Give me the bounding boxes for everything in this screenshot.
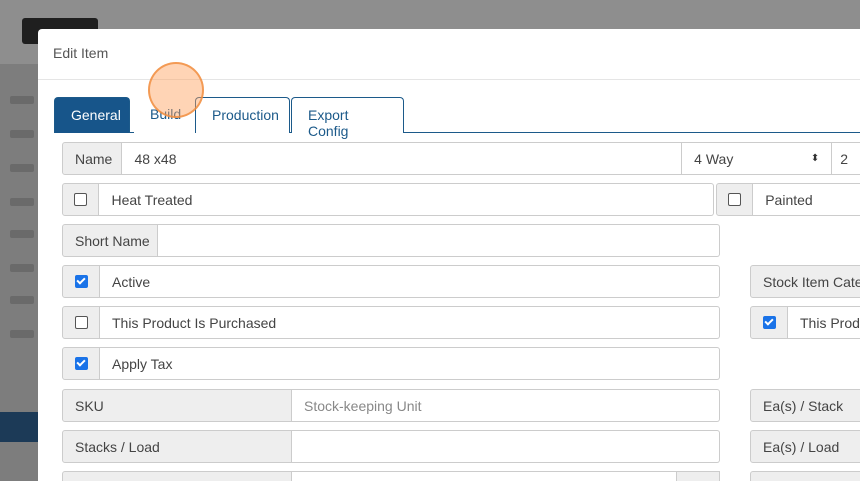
stacks-load-row: Stacks / Load (62, 430, 720, 463)
partial-row-addon (677, 471, 720, 481)
active-checkbox[interactable] (74, 275, 88, 288)
active-checkbox-cell[interactable] (62, 265, 100, 298)
painted-checkbox-cell[interactable] (715, 183, 754, 216)
apply-tax-checkbox[interactable] (74, 357, 88, 370)
this-product-right-label: This Produ (788, 306, 860, 339)
apply-tax-label: Apply Tax (100, 347, 720, 380)
purchased-row: This Product Is Purchased (62, 306, 720, 339)
tab-bar: General Build Production Export Config (54, 97, 860, 139)
heat-treated-checkbox-cell[interactable] (62, 183, 100, 216)
heat-treated-row: Heat Treated Painted (62, 183, 860, 216)
sidebar-item (10, 198, 34, 206)
eas-load-row: Ea(s) / Load (750, 430, 860, 463)
sidebar-item (10, 96, 34, 104)
partial-row-label (62, 471, 292, 481)
sku-row: SKU Stock-keeping Unit (62, 389, 720, 422)
purchased-label: This Product Is Purchased (100, 306, 720, 339)
sidebar-item (10, 264, 34, 272)
active-label: Active (100, 265, 720, 298)
sku-input[interactable]: Stock-keeping Unit (292, 389, 720, 422)
this-product-right-checkbox[interactable] (762, 316, 776, 329)
eas-stack-label: Ea(s) / Stack (750, 389, 860, 422)
apply-tax-checkbox-cell[interactable] (62, 347, 100, 380)
sidebar-item (10, 164, 34, 172)
painted-checkbox[interactable] (727, 193, 741, 206)
type-select[interactable]: 4 Way ⬍ (682, 142, 833, 175)
sidebar-item (10, 296, 34, 304)
purchased-checkbox[interactable] (74, 316, 88, 329)
short-name-input[interactable] (158, 224, 720, 257)
short-name-row: Short Name (62, 224, 720, 257)
sku-label: SKU (62, 389, 292, 422)
tab-general[interactable]: General (54, 97, 130, 133)
tab-production[interactable]: Production (195, 97, 290, 133)
heat-treated-label: Heat Treated (99, 183, 714, 216)
purchased-checkbox-cell[interactable] (62, 306, 100, 339)
tab-build[interactable]: Build (134, 97, 196, 133)
active-row: Active (62, 265, 720, 298)
partial-row-right (750, 471, 860, 481)
extra-input[interactable]: 2 (832, 142, 860, 175)
select-caret-icon: ⬍ (810, 153, 820, 164)
tab-export-config[interactable]: Export Config (291, 97, 404, 139)
background-sidebar (0, 64, 38, 481)
partial-row-input[interactable] (292, 471, 677, 481)
name-label: Name (62, 142, 123, 175)
name-row: Name 48 x48 4 Way ⬍ 2 (62, 142, 860, 175)
sidebar-item (10, 330, 34, 338)
painted-label: Painted (753, 183, 860, 216)
name-input[interactable]: 48 x48 (122, 142, 683, 175)
stock-item-category-row: Stock Item Categ (750, 265, 860, 298)
eas-load-label: Ea(s) / Load (750, 430, 860, 463)
sidebar-item (10, 130, 34, 138)
modal-title: Edit Item (53, 45, 109, 61)
stacks-load-label: Stacks / Load (62, 430, 292, 463)
eas-stack-row: Ea(s) / Stack (750, 389, 860, 422)
partial-row (62, 471, 720, 481)
this-product-right-row: This Produ (750, 306, 860, 339)
short-name-label: Short Name (62, 224, 158, 257)
sidebar-item (10, 230, 34, 238)
heat-treated-checkbox[interactable] (74, 193, 88, 206)
stacks-load-input[interactable] (292, 430, 720, 463)
sidebar-item-active (0, 412, 38, 442)
stock-item-category-label: Stock Item Categ (750, 265, 860, 298)
modal-header: Edit Item (38, 29, 860, 80)
apply-tax-row: Apply Tax (62, 347, 720, 380)
partial-row-right-label (750, 471, 860, 481)
type-select-value: 4 Way (694, 150, 734, 167)
edit-item-modal: Edit Item General Build Production Expor… (38, 29, 860, 481)
this-product-right-checkbox-cell[interactable] (750, 306, 788, 339)
